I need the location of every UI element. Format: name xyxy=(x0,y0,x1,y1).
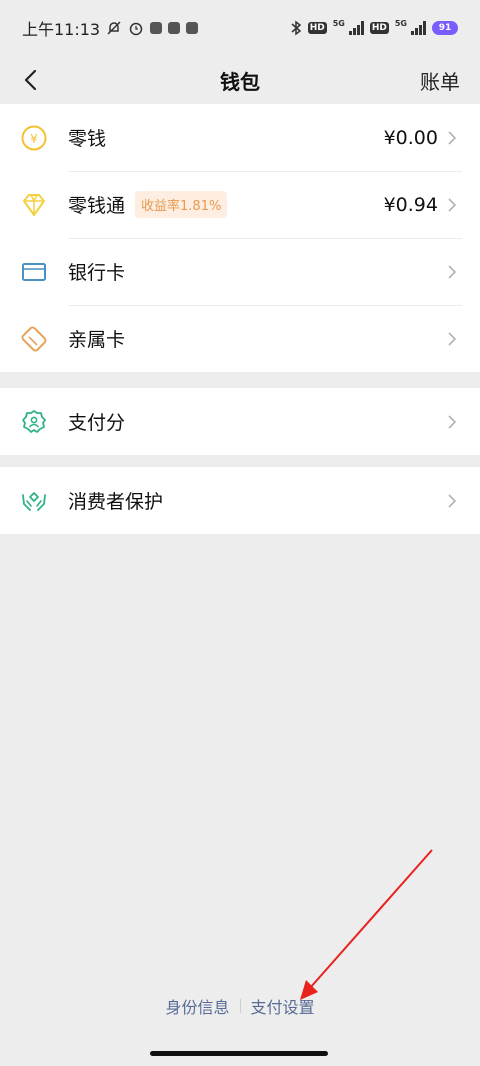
status-time: 上午11:13 xyxy=(22,20,101,39)
row-label: 零钱通 xyxy=(68,195,126,217)
chevron-right-icon xyxy=(448,197,457,212)
protection-section: 消费者保护 xyxy=(0,467,480,534)
back-button[interactable] xyxy=(14,64,46,96)
status-left: 上午11:13 xyxy=(22,16,199,40)
bluetooth-icon xyxy=(291,20,301,36)
chevron-right-icon xyxy=(448,493,457,508)
row-label: 银行卡 xyxy=(68,262,126,284)
identity-info-link[interactable]: 身份信息 xyxy=(165,994,229,1018)
back-arrow-icon xyxy=(24,69,37,91)
wallet-section: ¥ 零钱 ¥0.00 零钱通 收益率1.81% ¥0.94 银行卡 亲属卡 xyxy=(0,104,480,372)
pay-score-section: 支付分 xyxy=(0,388,480,455)
row-bank-card[interactable]: 银行卡 xyxy=(0,238,480,305)
footer-links: 身份信息 支付设置 xyxy=(0,994,480,1018)
protect-hands-icon xyxy=(20,487,48,515)
status-right: HD 5G HD 5G 91 xyxy=(290,18,458,36)
row-change-pass[interactable]: 零钱通 收益率1.81% ¥0.94 xyxy=(0,171,480,238)
row-label: 零钱 xyxy=(68,128,107,150)
row-label: 支付分 xyxy=(68,412,126,434)
row-pay-score[interactable]: 支付分 xyxy=(0,388,480,455)
row-label: 消费者保护 xyxy=(68,491,164,513)
signal-icon xyxy=(411,21,426,35)
page-title: 钱包 xyxy=(220,69,260,94)
network-type: 5G xyxy=(394,18,407,28)
chevron-right-icon xyxy=(448,414,457,429)
network-type: 5G xyxy=(332,18,345,28)
diamond-icon xyxy=(20,191,48,219)
chevron-right-icon xyxy=(448,130,457,145)
row-consumer-protection[interactable]: 消费者保护 xyxy=(0,467,480,534)
yield-badge: 收益率1.81% xyxy=(135,191,228,218)
notification-icon xyxy=(168,22,181,34)
notification-icon xyxy=(150,22,163,34)
balance-value: ¥0.00 xyxy=(383,126,438,149)
notification-icon xyxy=(186,22,199,34)
battery-icon: 91 xyxy=(432,21,458,35)
bank-card-icon xyxy=(20,258,48,286)
balance-value: ¥0.94 xyxy=(383,193,438,216)
footer-divider xyxy=(239,999,241,1013)
signal-icon xyxy=(348,21,364,35)
row-family-card[interactable]: 亲属卡 xyxy=(0,305,480,372)
mute-bell-icon xyxy=(107,21,121,35)
nav-bar: 钱包 账单 xyxy=(0,56,480,104)
chevron-right-icon xyxy=(448,331,457,346)
row-label: 亲属卡 xyxy=(68,329,126,351)
coin-icon: ¥ xyxy=(20,124,48,152)
pay-settings-link[interactable]: 支付设置 xyxy=(251,994,315,1018)
hd-badge: HD xyxy=(307,22,327,34)
pay-score-icon xyxy=(20,408,48,436)
status-bar: 上午11:13 HD 5G HD 5G 91 xyxy=(0,0,480,56)
row-change[interactable]: ¥ 零钱 ¥0.00 xyxy=(0,104,480,171)
alarm-icon xyxy=(129,22,143,36)
svg-text:¥: ¥ xyxy=(30,132,38,146)
family-card-icon xyxy=(20,325,48,353)
bill-button[interactable]: 账单 xyxy=(420,66,460,95)
hd-badge: HD xyxy=(369,22,389,34)
chevron-right-icon xyxy=(448,264,457,279)
home-indicator[interactable] xyxy=(150,1051,328,1056)
